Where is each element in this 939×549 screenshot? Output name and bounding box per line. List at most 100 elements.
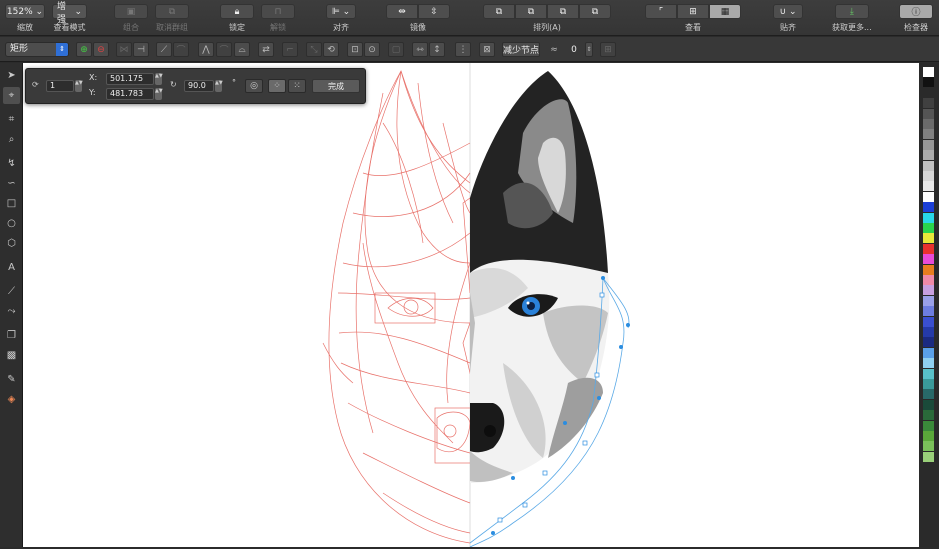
color-swatch[interactable] <box>923 275 934 285</box>
artistic-media-tool[interactable]: ∽ <box>3 175 20 192</box>
add-node-button[interactable]: ⊕ <box>76 42 92 57</box>
color-swatch[interactable] <box>923 212 934 223</box>
unlock-button[interactable]: ⊓ <box>261 4 295 19</box>
color-swatch[interactable] <box>923 431 934 441</box>
color-swatch[interactable] <box>923 233 934 244</box>
view-mode-dropdown[interactable]: 增强 ⌄ <box>52 2 87 25</box>
color-swatch[interactable] <box>923 119 934 129</box>
drop-shadow-tool[interactable]: ❐ <box>3 327 20 344</box>
smooth-node-button[interactable]: ⌒ <box>216 42 232 57</box>
color-swatch[interactable] <box>923 379 934 389</box>
zoom-tool[interactable]: ⌕ <box>3 131 20 148</box>
color-swatch[interactable] <box>923 98 934 109</box>
interactive-fill-tool[interactable]: ◈ <box>3 391 20 408</box>
angle-field[interactable]: 90.0 <box>184 80 214 92</box>
ungroup-button[interactable]: ⧉ <box>155 4 189 19</box>
rectangle-tool[interactable]: □ <box>3 195 20 212</box>
extend-curve-button[interactable]: ⌐ <box>282 42 298 57</box>
color-swatch[interactable] <box>923 243 934 254</box>
join-nodes-button[interactable]: ⋈ <box>116 42 132 57</box>
color-swatch[interactable] <box>923 327 934 337</box>
group-button[interactable]: ▣ <box>114 4 148 19</box>
color-swatch[interactable] <box>923 441 934 452</box>
color-swatch[interactable] <box>923 295 934 306</box>
node-tool-button[interactable]: ⊠ <box>479 42 495 57</box>
done-button[interactable]: 完成 <box>312 79 360 93</box>
color-swatch[interactable] <box>923 347 934 358</box>
snap-button[interactable]: ∪ ⌄ <box>773 4 803 19</box>
delete-node-button[interactable]: ⊖ <box>93 42 109 57</box>
reflect-horizontal-button[interactable]: ⇿ <box>412 42 428 57</box>
color-swatch[interactable] <box>923 129 934 140</box>
color-swatch[interactable] <box>923 181 934 192</box>
color-swatch[interactable] <box>923 108 934 119</box>
color-swatch[interactable] <box>923 420 934 431</box>
text-tool[interactable]: A <box>3 259 20 276</box>
reverse-direction-button[interactable]: ⇄ <box>258 42 274 57</box>
polygon-tool[interactable]: ⬡ <box>3 235 20 252</box>
reduce-nodes-button[interactable]: 减少节点 <box>502 42 540 57</box>
color-swatch[interactable] <box>923 451 934 462</box>
drawing-canvas[interactable] <box>23 63 919 548</box>
parallel-dimension-tool[interactable]: ⟋ <box>3 283 20 300</box>
bring-forward-button[interactable]: ⧉ <box>515 4 547 19</box>
color-swatch[interactable] <box>923 150 934 161</box>
to-curve-button[interactable]: ⌒ <box>173 42 189 57</box>
send-backward-button[interactable]: ⧉ <box>547 4 579 19</box>
lock-button[interactable]: 🔒︎ <box>220 4 254 19</box>
shape-tool[interactable]: ⌖ <box>3 87 20 104</box>
view-rulers-button[interactable]: ⌜ <box>645 4 677 19</box>
align-button[interactable]: ⊫ ⌄ <box>326 4 356 19</box>
break-curve-button[interactable]: ⊣ <box>133 42 149 57</box>
color-swatch[interactable] <box>923 399 934 410</box>
view-grid-button[interactable]: ⊞ <box>677 4 709 19</box>
color-swatch[interactable] <box>923 191 934 202</box>
color-swatch[interactable] <box>923 67 934 77</box>
align-nodes-button[interactable]: ⊡ <box>347 42 363 57</box>
x-field[interactable]: 501.175 <box>106 73 154 85</box>
y-field[interactable]: 481.783 <box>106 88 154 100</box>
y-stepper[interactable]: ▲▼ <box>155 88 163 100</box>
free-nodes-button[interactable]: ⁙ <box>288 79 306 93</box>
color-swatch[interactable] <box>923 410 934 421</box>
snap-nodes-button[interactable]: ⁘ <box>268 79 286 93</box>
color-swatch[interactable] <box>923 171 934 181</box>
smoothness-value[interactable]: 0 <box>563 42 585 57</box>
color-swatch[interactable] <box>923 202 934 213</box>
send-to-back-button[interactable]: ⧉ <box>579 4 611 19</box>
cusp-node-button[interactable]: ⋀ <box>198 42 214 57</box>
count-stepper[interactable]: ▲▼ <box>75 80 83 92</box>
color-swatch[interactable] <box>923 223 934 233</box>
color-swatch[interactable] <box>923 77 934 88</box>
view-guidelines-button[interactable]: ▦ <box>709 4 741 19</box>
color-swatch[interactable] <box>923 337 934 348</box>
count-field[interactable]: 1 <box>46 80 74 92</box>
elastic-mode-button[interactable]: ▢ <box>388 42 404 57</box>
crop-tool[interactable]: ⌗ <box>3 111 20 128</box>
color-swatch[interactable] <box>923 254 934 265</box>
x-stepper[interactable]: ▲▼ <box>155 73 163 85</box>
color-swatch[interactable] <box>923 160 934 171</box>
reflect-vertical-button[interactable]: ↕ <box>429 42 445 57</box>
rotate-nodes-button[interactable]: ⟲ <box>323 42 339 57</box>
inspector-button[interactable]: ⓘ <box>899 4 933 19</box>
freehand-tool[interactable]: ↯ <box>3 155 20 172</box>
to-line-button[interactable]: ⟋ <box>156 42 172 57</box>
pick-tool[interactable]: ➤ <box>3 67 20 84</box>
eyedropper-tool[interactable]: ✎ <box>3 371 20 388</box>
mirror-horizontal-button[interactable]: ⇹ <box>386 4 418 19</box>
color-swatch[interactable] <box>923 306 934 317</box>
color-swatch[interactable] <box>923 358 934 369</box>
transparency-tool[interactable]: ▩ <box>3 347 20 364</box>
color-swatch[interactable] <box>923 264 934 275</box>
connector-tool[interactable]: ⤳ <box>3 303 20 320</box>
color-swatch[interactable] <box>923 368 934 379</box>
color-swatch[interactable] <box>923 285 934 296</box>
angle-stepper[interactable]: ▲▼ <box>215 80 223 92</box>
ellipse-tool[interactable]: ○ <box>3 215 20 232</box>
mirror-eye-button[interactable]: ◎ <box>245 79 263 93</box>
bring-to-front-button[interactable]: ⧉ <box>483 4 515 19</box>
reflect-nodes-button[interactable]: ⊙ <box>364 42 380 57</box>
color-swatch[interactable] <box>923 316 934 327</box>
extra-option-button[interactable]: ⊞ <box>600 42 616 57</box>
